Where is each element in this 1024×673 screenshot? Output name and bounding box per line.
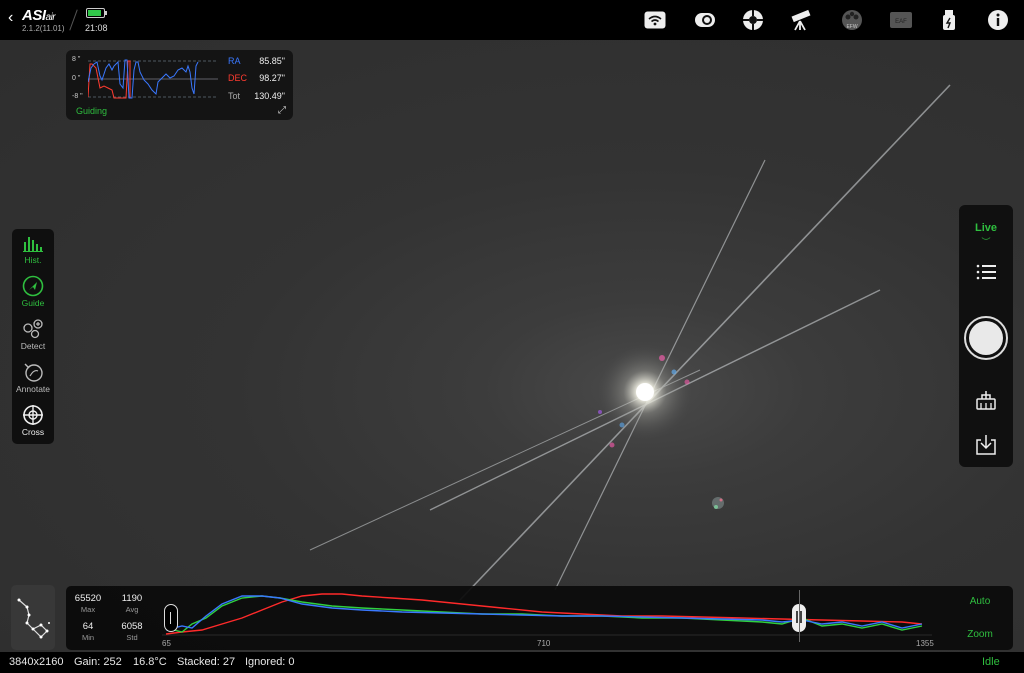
white-point-line [799, 590, 800, 642]
ra-label: RA [228, 56, 241, 66]
chevron-down-icon[interactable]: ︶ [959, 235, 1013, 248]
app-version: 2.1.2(11.01) [22, 24, 65, 33]
star-field [309, 84, 951, 601]
faint-star [712, 497, 724, 509]
wifi-icon[interactable] [643, 8, 667, 32]
battery-icon [86, 8, 107, 18]
svg-text:EAF: EAF [895, 19, 907, 25]
tick-right: 1355 [916, 639, 934, 648]
max-label: Max [80, 605, 96, 614]
camera-icon[interactable] [693, 8, 717, 32]
svg-text:EFW: EFW [846, 24, 857, 30]
ignored-count: Ignored: 0 [245, 656, 295, 668]
stacked-count: Stacked: 27 [177, 656, 236, 668]
std-value: 6058 [121, 621, 143, 632]
tot-label: Tot [228, 91, 241, 101]
constellation-icon [17, 598, 50, 639]
efw-icon[interactable]: EFW [840, 8, 864, 32]
histogram-curve [162, 593, 932, 636]
histogram-icon [22, 232, 44, 254]
tool-guide[interactable]: Guide [12, 273, 54, 315]
max-value: 65520 [74, 593, 102, 604]
expand-icon[interactable]: ⤢ [278, 105, 286, 116]
app-logo: ASIair [22, 7, 56, 24]
tool-annotate[interactable]: Annotate [12, 359, 54, 401]
guiding-status: Guiding [76, 106, 108, 116]
tick-left: 65 [162, 639, 171, 648]
tool-cross[interactable]: Cross [12, 402, 54, 444]
mount-icon[interactable] [741, 8, 765, 32]
annotate-icon [22, 361, 44, 383]
right-toolbar: Live ︶ [959, 205, 1013, 467]
dec-value: 98.27" [259, 73, 285, 83]
detect-icon [22, 318, 44, 340]
list-icon[interactable] [974, 260, 998, 284]
std-label: Std [126, 633, 138, 642]
left-toolbar: Hist. Guide Detect Annotate Cross [12, 229, 54, 444]
constellation-button[interactable] [11, 585, 55, 650]
live-image-view[interactable] [0, 40, 1024, 652]
capture-state: Idle [982, 656, 1000, 668]
tool-detect[interactable]: Detect [12, 316, 54, 358]
top-bar: ‹ ASIair 2.1.2(11.01) 21:08 EFW EAF [0, 0, 1024, 40]
ra-value: 85.85" [259, 56, 285, 66]
axis-label-top: 8 " [72, 56, 81, 63]
tool-annotate-label: Annotate [15, 384, 51, 394]
guide-icon [22, 275, 44, 297]
live-mode-label[interactable]: Live [959, 222, 1013, 234]
eaf-icon[interactable]: EAF [889, 8, 913, 32]
temperature: 16.8°C [133, 656, 167, 668]
zoom-button[interactable]: Zoom [959, 629, 1001, 640]
tools-icon[interactable] [974, 388, 998, 412]
status-bar: 3840x2160 Gain: 252 16.8°C Stacked: 27 I… [0, 652, 1024, 673]
diffraction-spikes [309, 84, 951, 601]
crosshair-icon [22, 404, 44, 426]
histogram-panel: 65520 Max 1190 Avg 64 Min 6058 Std 65 71… [66, 586, 1013, 650]
divider [69, 9, 78, 31]
auto-stretch-button[interactable]: Auto [959, 596, 1001, 607]
guiding-graph [88, 59, 218, 99]
avg-label: Avg [125, 605, 139, 614]
info-icon[interactable] [986, 8, 1010, 32]
axis-label-bottom: -8 " [72, 93, 83, 100]
avg-value: 1190 [121, 593, 143, 604]
tool-detect-label: Detect [20, 341, 46, 351]
dec-label: DEC [228, 73, 248, 83]
shutter-button[interactable] [964, 316, 1008, 360]
telescope-icon[interactable] [789, 8, 813, 32]
usb-power-icon[interactable] [937, 8, 961, 32]
guiding-graph-panel[interactable]: 8 " 0 " -8 " RA 85.85" DEC 98.27" Tot 13… [66, 50, 293, 120]
tot-value: 130.49" [254, 91, 285, 101]
min-label: Min [81, 633, 95, 642]
back-icon[interactable]: ‹ [8, 9, 13, 27]
tool-cross-label: Cross [21, 427, 45, 437]
axis-label-mid: 0 " [72, 75, 81, 82]
gain: Gain: 252 [74, 656, 122, 668]
min-value: 64 [82, 621, 94, 632]
tool-guide-label: Guide [21, 298, 45, 308]
clock: 21:08 [85, 23, 108, 33]
tool-histogram[interactable]: Hist. [12, 230, 54, 272]
resolution: 3840x2160 [9, 656, 64, 668]
tick-mid: 710 [537, 639, 551, 648]
tool-histogram-label: Hist. [24, 255, 42, 265]
save-icon[interactable] [974, 433, 998, 457]
black-point-handle[interactable] [164, 604, 178, 632]
